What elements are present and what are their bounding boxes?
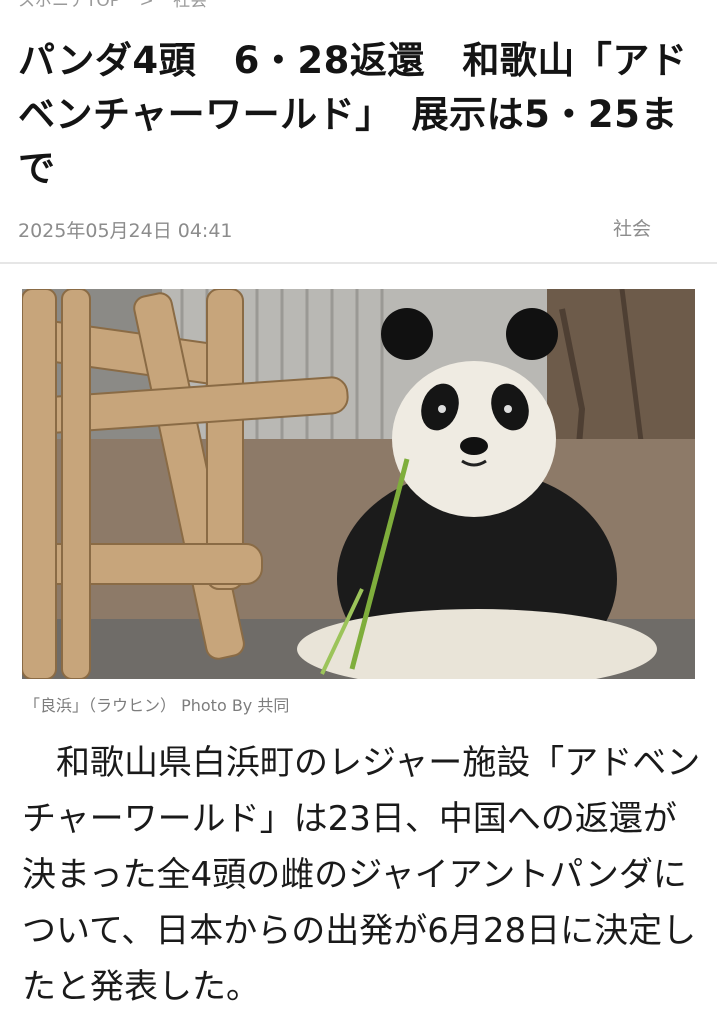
breadcrumb: スポニチTOP > 社会 bbox=[18, 0, 221, 11]
article-category[interactable]: 社会 bbox=[613, 214, 651, 241]
article-body-text: 和歌山県白浜町のレジャー施設「アドベンチャーワールド」は23日、中国への返還が決… bbox=[22, 743, 701, 1007]
divider bbox=[0, 262, 717, 264]
panda-photo-illustration bbox=[22, 289, 695, 679]
breadcrumb-home-link[interactable]: スポニチTOP bbox=[18, 0, 120, 11]
article-date: 2025年05月24日 04:41 bbox=[18, 220, 233, 242]
article-title: パンダ4頭 6・28返還 和歌山「アドベンチャーワールド」 展示は5・25まで bbox=[18, 39, 688, 190]
article-body: 和歌山県白浜町のレジャー施設「アドベンチャーワールド」は23日、中国への返還が決… bbox=[22, 735, 702, 1015]
breadcrumb-section-link[interactable]: 社会 bbox=[173, 0, 207, 11]
article-photo[interactable] bbox=[22, 289, 695, 679]
photo-caption: 「良浜」（ラウヒン） Photo By 共同 bbox=[24, 696, 290, 715]
breadcrumb-separator: > bbox=[139, 0, 154, 11]
